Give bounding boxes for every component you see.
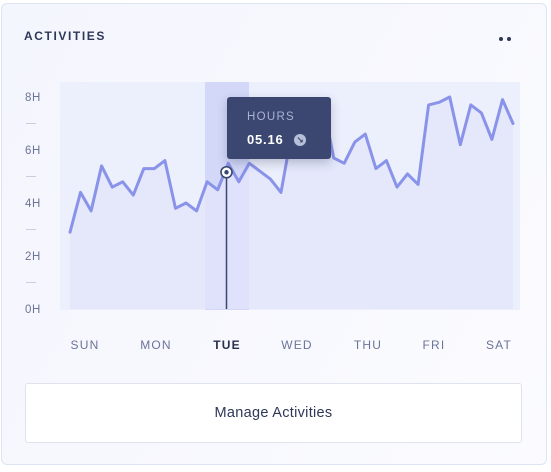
x-tick-label: MON (140, 338, 172, 352)
arrow-down-right-icon: ↘ (294, 134, 306, 146)
marker-point-core (224, 170, 229, 175)
x-tick-label: FRI (423, 338, 446, 352)
y-tick-label: 6H (25, 145, 41, 157)
y-tick-label: 0H (25, 304, 41, 316)
y-tick-label: 2H (25, 251, 41, 263)
tooltip-value: 05.16 (247, 132, 284, 147)
y-tick-label: 8H (25, 92, 41, 104)
y-tick-label: 4H (25, 198, 41, 210)
x-tick-label: TUE (213, 338, 241, 352)
x-tick-label: WED (281, 338, 313, 352)
manage-activities-button[interactable]: Manage Activities (25, 383, 522, 443)
tooltip-label: HOURS (247, 111, 296, 123)
x-tick-label: SUN (71, 338, 100, 352)
x-tick-label: THU (354, 338, 382, 352)
hours-tooltip: HOURS 05.16 ↘ (227, 97, 331, 159)
x-tick-label: SAT (486, 338, 512, 352)
